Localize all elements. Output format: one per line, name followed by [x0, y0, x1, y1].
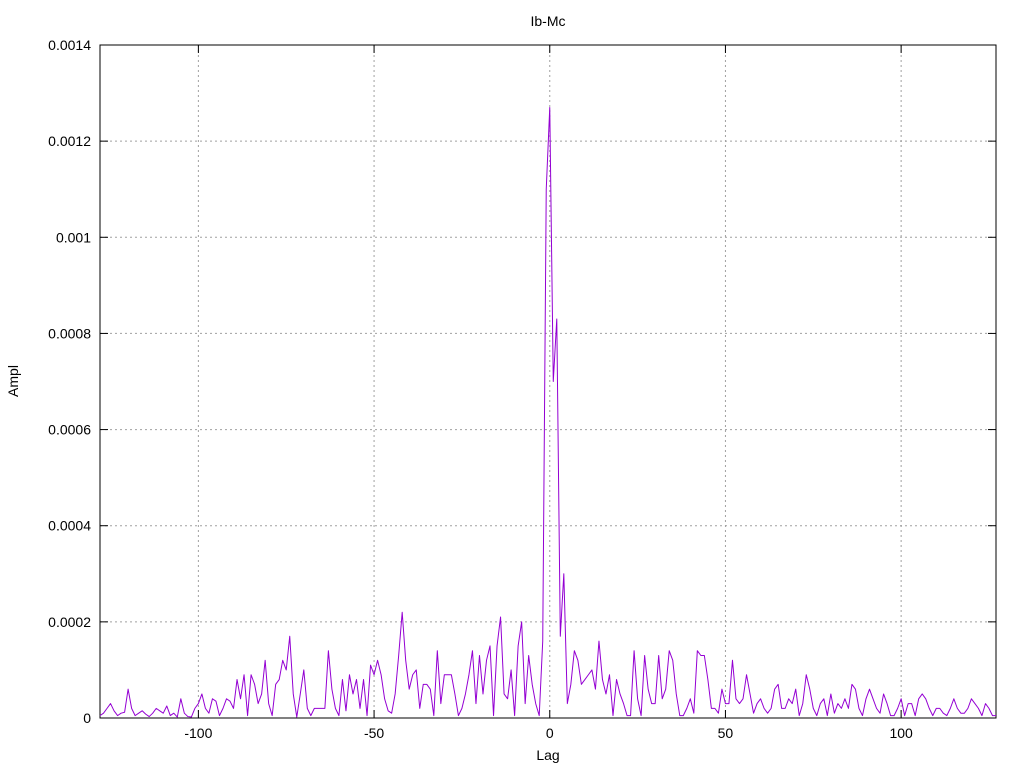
x-tick-label: -50	[364, 725, 384, 741]
y-tick-label: 0.0012	[48, 133, 91, 149]
y-axis-label: Ampl	[5, 365, 21, 397]
tick-labels: 0 0.0002 0.0004 0.0006 0.0008 0.001 0.0012 0.00…	[48, 37, 913, 741]
y-tick-label: 0.001	[56, 229, 91, 245]
series-layer	[99, 106, 996, 718]
x-tick-label: -100	[184, 725, 212, 741]
y-tick-label: 0.0008	[48, 325, 91, 341]
y-tick-label: 0.0002	[48, 614, 91, 630]
x-tick-label: 100	[889, 725, 913, 741]
y-tick-label: 0.0004	[48, 518, 91, 534]
chart-container: 0 0.0002 0.0004 0.0006 0.0008 0.001 0.0012 0.00…	[0, 0, 1024, 768]
x-tick-label: 50	[718, 725, 734, 741]
x-axis-label: Lag	[536, 747, 559, 763]
x-tick-label: 0	[546, 725, 554, 741]
y-tick-label: 0.0006	[48, 422, 91, 438]
series-line	[99, 106, 996, 718]
line-chart: 0 0.0002 0.0004 0.0006 0.0008 0.001 0.0012 0.00…	[5, 13, 997, 763]
chart-title: Ib-Mc	[531, 13, 566, 29]
y-tick-label: 0.0014	[48, 37, 91, 53]
y-tick-label: 0	[83, 710, 91, 726]
